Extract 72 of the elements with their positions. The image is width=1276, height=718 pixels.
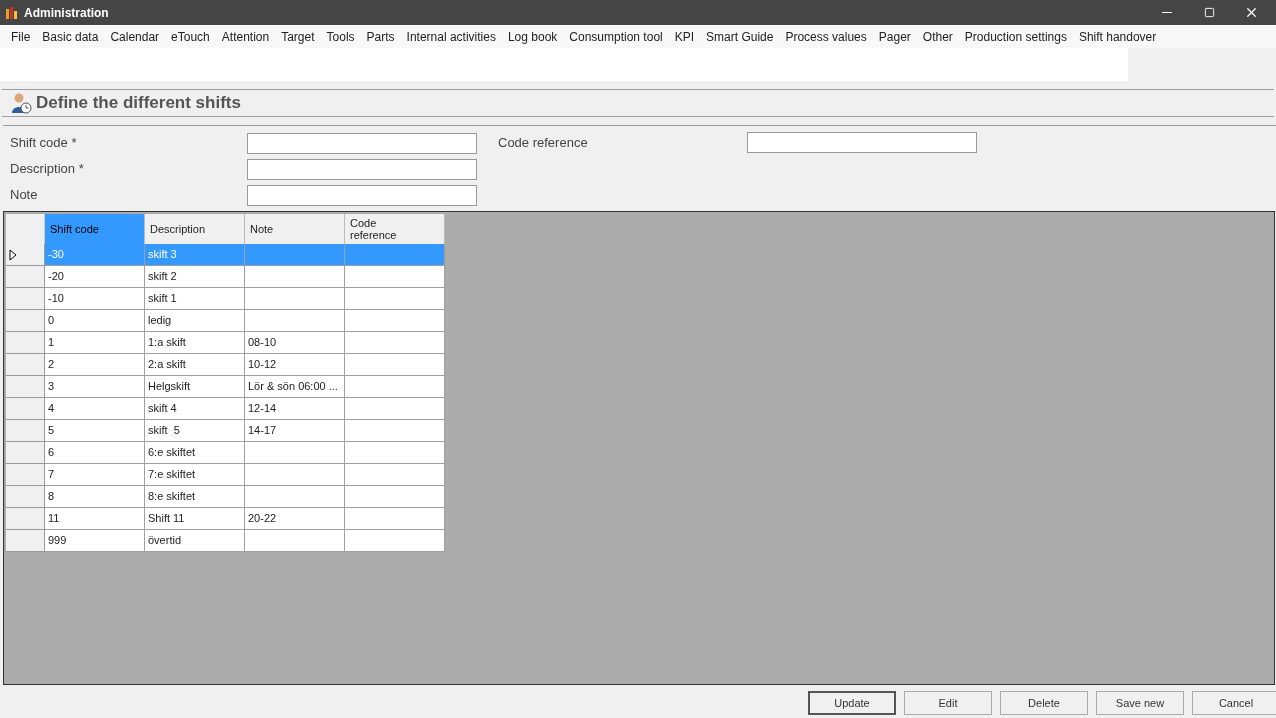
action-button[interactable]: Delete (1000, 691, 1088, 715)
corner-cell (6, 214, 45, 244)
column-header[interactable]: Shift code (45, 214, 145, 244)
row-header[interactable] (6, 508, 45, 530)
page-title: Define the different shifts (36, 92, 241, 115)
table-row[interactable]: 7 7:e skiftet (6, 464, 445, 486)
row-header[interactable] (6, 464, 45, 486)
table-row[interactable]: -20 skift 2 (6, 266, 445, 288)
text-field[interactable] (747, 132, 977, 153)
row-header[interactable] (6, 266, 45, 288)
menu-item[interactable]: Shift handover (1072, 25, 1163, 48)
column-header[interactable]: Description (145, 214, 245, 244)
maximize-icon (1203, 7, 1215, 18)
menu-item[interactable]: Parts (360, 25, 401, 48)
menu-item[interactable]: eTouch (165, 25, 216, 48)
menu-item[interactable]: Log book (501, 25, 564, 48)
text-field[interactable] (247, 132, 477, 154)
text-field[interactable] (247, 184, 477, 206)
table-row[interactable]: 11 Shift 11 20-22 (6, 508, 445, 530)
text-field[interactable] (247, 158, 477, 180)
action-button[interactable]: Edit (904, 691, 992, 715)
field-label: Description * (10, 160, 85, 179)
table-row[interactable]: -10 skift 1 (6, 288, 445, 310)
menu-item[interactable]: Basic data (36, 25, 105, 48)
column-header[interactable]: Note (245, 214, 345, 244)
field-label: Note (10, 186, 39, 205)
row-header[interactable] (6, 398, 45, 420)
table-row[interactable]: 0 ledig (6, 310, 445, 332)
menu-item[interactable]: Production settings (958, 25, 1073, 48)
table-row[interactable]: 8 8:e skiftet (6, 486, 445, 508)
table-row[interactable]: 999 övertid (6, 530, 445, 552)
app-icon (4, 4, 20, 21)
row-header[interactable] (6, 486, 45, 508)
action-button[interactable]: Save new (1096, 691, 1184, 715)
menu-item[interactable]: File (5, 25, 37, 48)
table-row[interactable]: 3 Helgskift Lör & sön 06:00 ... (6, 376, 445, 398)
row-header[interactable] (6, 354, 45, 376)
field-label: Shift code * (10, 134, 78, 153)
row-header[interactable] (6, 530, 45, 552)
table-row[interactable]: 4 skift 4 12-14 (6, 398, 445, 420)
row-header[interactable] (6, 288, 45, 310)
user-clock-icon (10, 92, 32, 114)
action-button[interactable]: Cancel (1192, 691, 1276, 715)
menu-item[interactable]: Consumption tool (563, 25, 669, 48)
action-button[interactable]: Update (808, 691, 896, 715)
row-header[interactable] (6, 310, 45, 332)
row-pointer-icon (9, 248, 17, 261)
menu-item[interactable]: KPI (668, 25, 701, 48)
menu-item[interactable]: Other (916, 25, 959, 48)
row-header[interactable] (6, 244, 45, 266)
menu-item[interactable]: Calendar (104, 25, 166, 48)
menu-item[interactable]: Process values (779, 25, 873, 48)
table-row[interactable]: 1 1:a skift 08-10 (6, 332, 445, 354)
menu-item[interactable]: Smart Guide (700, 25, 780, 48)
row-header[interactable] (6, 420, 45, 442)
row-header[interactable] (6, 376, 45, 398)
menu-item[interactable]: Internal activities (400, 25, 502, 48)
menu-item[interactable]: Target (275, 25, 321, 48)
table-cell: 999 (45, 530, 145, 552)
minimize-icon (1162, 12, 1172, 13)
table-row[interactable]: 2 2:a skift 10-12 (6, 354, 445, 376)
row-header[interactable] (6, 332, 45, 354)
row-header[interactable] (6, 442, 45, 464)
menu-item[interactable]: Tools (320, 25, 361, 48)
table-row[interactable]: 5 skift 5 14-17 (6, 420, 445, 442)
table-row[interactable]: 6 6:e skiftet (6, 442, 445, 464)
menu-item[interactable]: Attention (215, 25, 276, 48)
field-label: Code reference (498, 134, 589, 152)
menu-item[interactable]: Pager (872, 25, 917, 48)
column-header[interactable]: Code reference (345, 214, 445, 244)
window-title: Administration (24, 4, 109, 22)
table-cell: övertid (145, 530, 245, 552)
